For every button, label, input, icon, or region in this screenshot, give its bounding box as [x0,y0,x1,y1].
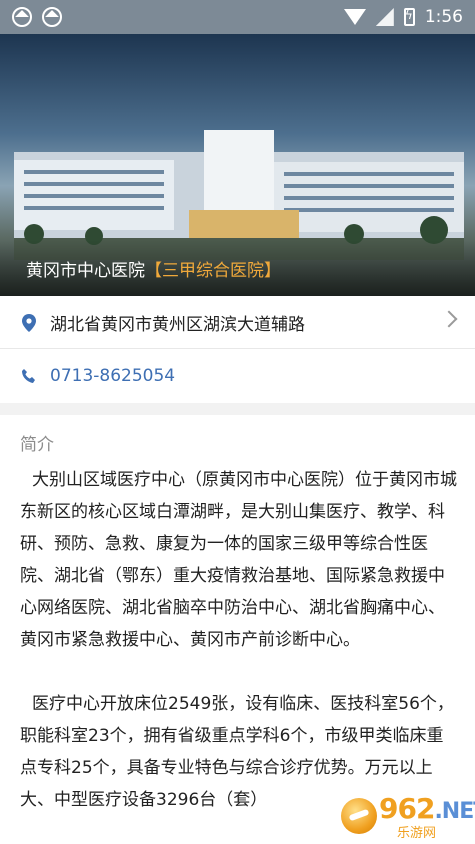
hospital-hero-image: 黄冈市中心医院 【三甲综合医院】 [0,34,475,296]
battery-icon [403,8,415,26]
sync-icon [12,7,32,27]
status-bar: 1:56 [0,0,475,34]
watermark-brand: 962.NET [379,792,475,825]
intro-title: 简介 [20,435,54,455]
address-row[interactable]: 湖北省黄冈市黄州区湖滨大道辅路 [0,297,475,349]
paragraph-spacer [20,656,460,688]
location-pin-icon [20,313,38,332]
intro-paragraph-1: 大别山区域医疗中心（原黄冈市中心医院）位于黄冈市城东新区的核心区域白潭湖畔，是大… [20,470,457,650]
watermark-sub: 乐游网 [397,826,437,841]
phone-number[interactable]: 0713-8625054 [50,366,175,386]
signal-icon [376,8,394,26]
status-time: 1:56 [424,7,463,27]
hospital-name: 黄冈市中心医院 [26,260,145,281]
watermark-ball-icon [341,798,377,834]
hero-caption: 黄冈市中心医院 【三甲综合医院】 [0,240,475,296]
site-watermark-logo: 962.NET 乐游网 [339,792,475,841]
chevron-right-icon [440,310,458,328]
wifi-icon [343,9,366,25]
phone-icon [20,367,38,385]
hospital-grade-tag: 【三甲综合医院】 [145,260,281,281]
phone-row[interactable]: 0713-8625054 [0,350,475,402]
intro-content: 大别山区域医疗中心（原黄冈市中心医院）位于黄冈市城东新区的核心区域白潭湖畔，是大… [20,464,460,816]
sync-icon-2 [42,7,62,27]
address-text: 湖北省黄冈市黄州区湖滨大道辅路 [50,315,305,335]
section-divider [0,403,475,415]
